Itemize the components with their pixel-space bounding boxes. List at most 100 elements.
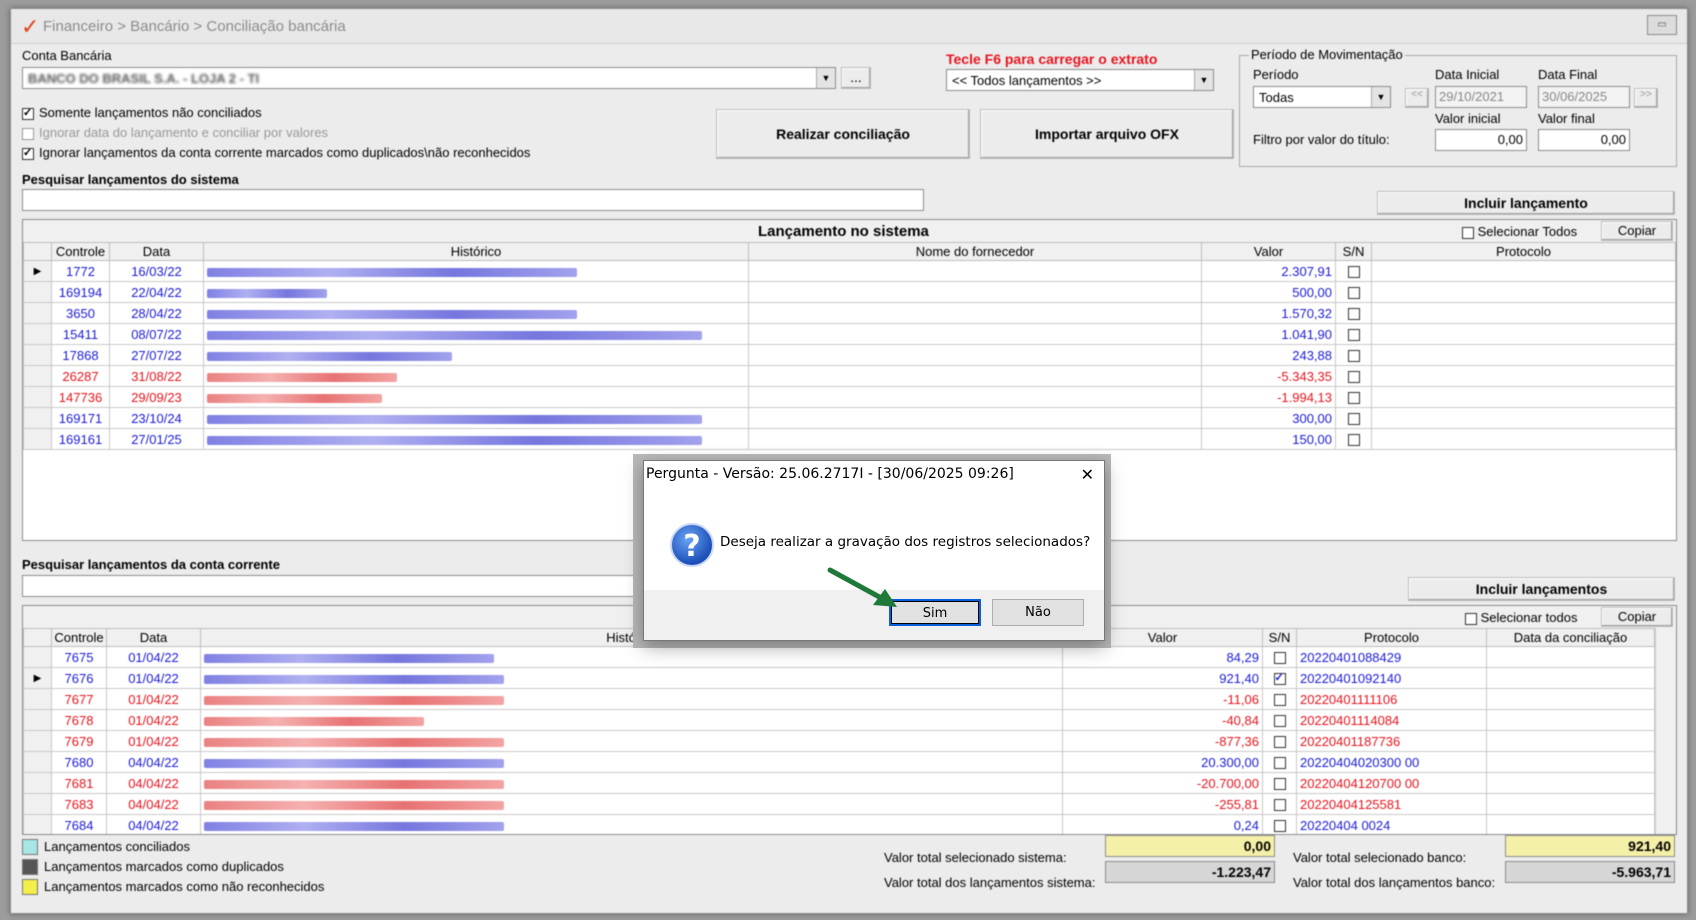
column-header[interactable]: S/N (1262, 628, 1297, 647)
prev-period-button[interactable]: << (1405, 88, 1429, 108)
table-row[interactable]: 17868 27/07/22 243,88 (23, 344, 1676, 366)
checkbox[interactable] (22, 106, 34, 120)
incluir-lancamento-button[interactable]: Incluir lançamento (1377, 191, 1675, 215)
checkbox[interactable] (1273, 652, 1286, 665)
checkbox[interactable] (1347, 329, 1360, 342)
data-inicial-field[interactable]: 29/10/2021 (1435, 86, 1527, 108)
table-row[interactable]: 7677 01/04/22 -11,06 20220401111106 (23, 688, 1655, 710)
data-final-field[interactable]: 30/06/2025 (1538, 86, 1630, 108)
cell-sn[interactable] (1262, 709, 1297, 731)
table-row[interactable]: ▶767601/04/22 921,40 20220401092140 (23, 667, 1655, 689)
checkbox[interactable] (1273, 799, 1286, 812)
pesquisar-sistema-input[interactable] (22, 189, 924, 211)
column-header[interactable]: Controle (51, 242, 110, 261)
checkbox[interactable] (1347, 392, 1360, 405)
chevron-down-icon[interactable]: ▼ (1194, 70, 1213, 90)
cell-sn[interactable] (1262, 730, 1297, 752)
checkbox[interactable] (1347, 371, 1360, 384)
next-period-button[interactable]: >> (1634, 88, 1658, 108)
valor-inicial-field[interactable]: 0,00 (1435, 129, 1527, 151)
close-icon[interactable]: ✕ (1081, 465, 1094, 484)
chk-ignorar-data[interactable]: Ignorar data do lançamento e conciliar p… (22, 125, 328, 140)
column-header[interactable]: Controle (51, 628, 107, 647)
banco-scrollbar[interactable] (1655, 628, 1676, 834)
column-header[interactable]: Nome do fornecedor (748, 242, 1202, 261)
table-row[interactable]: 3650 28/04/22 1.570,32 (23, 302, 1676, 324)
cell-sn[interactable] (1262, 772, 1297, 794)
checkbox[interactable] (1347, 434, 1360, 447)
table-row[interactable]: 7683 04/04/22 -255,81 20220404125581 (23, 793, 1655, 815)
column-header[interactable]: Valor (1201, 242, 1336, 261)
cell-sn[interactable] (1335, 260, 1372, 282)
restore-window-button[interactable]: ▭ (1647, 15, 1677, 35)
checkbox[interactable] (1347, 413, 1360, 426)
checkbox[interactable] (1347, 308, 1360, 321)
cell-sn[interactable] (1262, 688, 1297, 710)
conta-bancaria-select[interactable]: BANCO DO BRASIL S.A. - LOJA 2 - TI ▼ (22, 67, 836, 89)
chevron-down-icon[interactable]: ▼ (1371, 87, 1390, 107)
column-header[interactable]: Histórico (203, 242, 749, 261)
cell-sn[interactable] (1335, 302, 1372, 324)
checkbox[interactable] (22, 146, 34, 160)
incluir-lancamentos-button[interactable]: Incluir lançamentos (1408, 577, 1675, 601)
chk-ignorar-duplicados[interactable]: Ignorar lançamentos da conta corrente ma… (22, 145, 530, 160)
table-row[interactable]: 147736 29/09/23 -1.994,13 (23, 386, 1676, 408)
checkbox[interactable] (1273, 820, 1286, 833)
cell-sn[interactable] (1262, 814, 1297, 834)
cell-sn[interactable] (1262, 751, 1297, 773)
cell-sn[interactable] (1335, 344, 1372, 366)
checkbox[interactable] (1465, 612, 1477, 625)
checkbox[interactable] (1347, 350, 1360, 363)
copiar-banco-button[interactable]: Copiar (1601, 607, 1673, 627)
checkbox[interactable] (1462, 226, 1474, 239)
cell-sn[interactable] (1335, 323, 1372, 345)
column-header[interactable]: Protocolo (1371, 242, 1676, 261)
cell-sn[interactable] (1335, 386, 1372, 408)
importar-ofx-button[interactable]: Importar arquivo OFX (980, 109, 1234, 159)
copiar-sistema-button[interactable]: Copiar (1601, 221, 1673, 241)
cell-sn[interactable] (1335, 281, 1372, 303)
chevron-down-icon[interactable]: ▼ (816, 68, 835, 88)
table-row[interactable]: ▶ 1772 16/03/22 2.307,91 (23, 260, 1676, 282)
cell-sn[interactable] (1262, 793, 1297, 815)
table-row[interactable]: 169161 27/01/25 150,00 (23, 428, 1676, 450)
table-row[interactable]: 7681 04/04/22 -20.700,00 20220404120700 00 (23, 772, 1655, 794)
chk-nao-conciliados[interactable]: Somente lançamentos não conciliados (22, 105, 262, 120)
table-row[interactable]: 15411 08/07/22 1.041,90 (23, 323, 1676, 345)
cell-sn[interactable] (1262, 646, 1297, 668)
valor-final-field[interactable]: 0,00 (1538, 129, 1630, 151)
checkbox[interactable] (1347, 287, 1360, 300)
checkbox[interactable] (1273, 671, 1286, 686)
checkbox[interactable] (1273, 736, 1286, 749)
table-row[interactable]: 7675 01/04/22 84,29 20220401088429 (23, 646, 1655, 668)
selecionar-todos-banco[interactable]: Selecionar todos (1465, 610, 1577, 625)
table-row[interactable]: 26287 31/08/22 -5.343,35 (23, 365, 1676, 387)
checkbox[interactable] (22, 127, 34, 140)
nao-button[interactable]: Não (992, 599, 1084, 626)
checkbox[interactable] (1273, 715, 1286, 728)
column-header[interactable]: Data da conciliação (1486, 628, 1655, 647)
table-row[interactable]: 7684 04/04/22 0,24 20220404 0024 (23, 814, 1655, 834)
column-header[interactable]: S/N (1335, 242, 1372, 261)
column-header[interactable]: Data (106, 628, 201, 647)
column-header[interactable]: Protocolo (1296, 628, 1487, 647)
realizar-conciliacao-button[interactable]: Realizar conciliação (716, 109, 970, 159)
table-row[interactable]: 7679 01/04/22 -877,36 20220401187736 (23, 730, 1655, 752)
table-row[interactable]: 7678 01/04/22 -40,84 20220401114084 (23, 709, 1655, 731)
checkbox[interactable] (1273, 694, 1286, 707)
extrato-select[interactable]: << Todos lançamentos >> ▼ (946, 69, 1214, 91)
table-row[interactable]: 169194 22/04/22 500,00 (23, 281, 1676, 303)
column-header[interactable]: Data (109, 242, 204, 261)
checkbox[interactable] (1273, 757, 1286, 770)
selecionar-todos-sistema[interactable]: Selecionar Todos (1462, 224, 1577, 239)
checkbox[interactable] (1347, 266, 1360, 279)
table-row[interactable]: 7680 04/04/22 20.300,00 20220404020300 00 (23, 751, 1655, 773)
periodo-select[interactable]: Todas ▼ (1253, 86, 1391, 108)
cell-sn[interactable] (1335, 428, 1372, 450)
table-row[interactable]: 169171 23/10/24 300,00 (23, 407, 1676, 429)
conta-lookup-button[interactable]: ... (841, 67, 871, 89)
cell-sn[interactable] (1335, 407, 1372, 429)
cell-sn[interactable] (1335, 365, 1372, 387)
pesquisar-banco-input[interactable] (22, 575, 662, 597)
cell-sn[interactable] (1262, 667, 1297, 689)
